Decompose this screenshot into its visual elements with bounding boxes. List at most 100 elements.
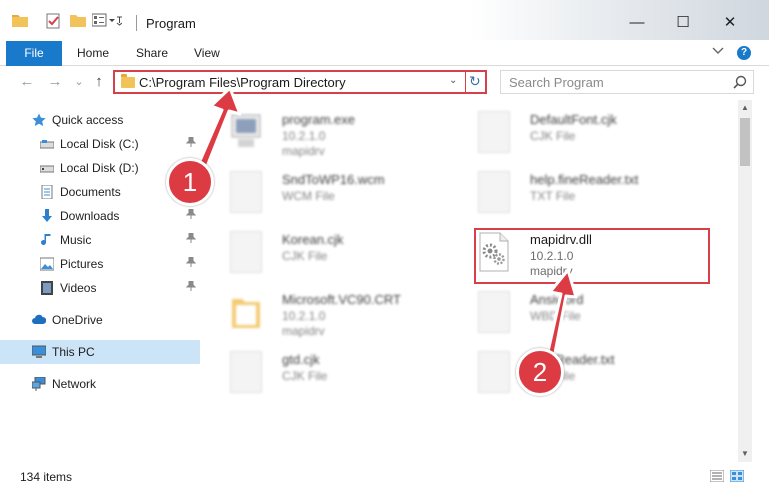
list-item[interactable]: Ansiword WBD File [468,286,718,344]
file-type: CJK File [282,369,328,383]
list-item[interactable]: FineReader.txt TXT File [468,346,718,404]
ribbon-expand-button[interactable] [711,46,725,60]
title-separator [136,15,137,31]
folder-icon [12,13,28,30]
list-item[interactable]: Korean.cjk CJK File [220,226,470,284]
drive-icon [40,140,54,149]
sidebar-item-label: Network [52,377,97,391]
back-button[interactable]: ← [18,72,36,92]
sidebar-item-label: Music [60,233,92,247]
sidebar-item-music[interactable]: Music [0,228,200,252]
pin-icon [185,136,197,150]
sidebar-item-videos[interactable]: Videos [0,276,200,300]
address-dropdown-button[interactable]: ⌄ [449,75,457,86]
sidebar-item-label: Downloads [60,209,120,223]
sidebar-item-local-disk-c[interactable]: Local Disk (C:) [0,132,200,156]
star-icon [32,113,46,126]
maximize-button[interactable]: ☐ [660,8,706,38]
file-type: 10.2.1.0 [282,129,326,143]
exe-file-icon [231,114,261,147]
file-type: CJK File [530,129,576,143]
sidebar-item-network[interactable]: Network [0,372,200,396]
properties-icon[interactable] [46,13,62,32]
ribbon-bar [0,40,769,66]
file-icon [230,231,262,273]
window-title: Program [146,16,196,31]
address-bar[interactable]: C:\Program Files\Program Directory ⌄ ↻ [113,70,487,94]
file-name: Korean.cjk [282,232,344,247]
search-input[interactable]: Search Program [500,70,754,94]
scroll-up-button[interactable]: ▲ [738,100,752,116]
refresh-button[interactable]: ↻ [469,73,481,90]
sidebar-item-label: OneDrive [52,313,103,327]
list-item[interactable]: DefaultFont.cjk CJK File [468,106,718,164]
file-icon [230,171,262,213]
file-type: CJK File [282,249,328,263]
address-separator [465,72,466,92]
chevron-down-icon [712,47,724,54]
tab-view[interactable]: View [194,41,220,66]
sidebar-item-label: Pictures [60,257,104,271]
file-description: mapidrv [282,144,325,158]
folder-icon [232,299,260,328]
file-icon [478,291,510,333]
pin-icon [185,280,197,294]
file-icon [230,351,262,393]
list-item[interactable]: Microsoft.VC90.CRT 10.2.1.0 mapidrv [220,286,470,344]
forward-button[interactable]: → [46,72,64,92]
download-icon [42,209,52,222]
network-icon [32,377,46,391]
list-item[interactable]: program.exe 10.2.1.0 mapidrv [220,106,470,164]
file-icon [478,351,510,393]
details-view-icon[interactable] [710,470,724,482]
up-button[interactable]: ↑ [90,72,108,92]
pin-icon [185,256,197,270]
search-icon[interactable] [733,75,747,89]
music-icon [41,234,51,245]
list-item[interactable]: help.fineReader.txt TXT File [468,166,718,224]
file-name: gtd.cjk [282,352,320,367]
sidebar-item-quick-access[interactable]: Quick access [0,108,200,132]
step-1-badge: 1 [166,158,214,206]
search-placeholder: Search Program [509,75,604,90]
tab-home[interactable]: Home [77,41,109,66]
videos-icon [41,281,53,295]
folder-icon [121,74,135,88]
large-icons-view-icon[interactable] [730,470,744,482]
file-icon [478,171,510,213]
status-bar: 134 items [0,462,769,500]
list-item[interactable]: SndToWP16.wcm WCM File [220,166,470,224]
help-button[interactable]: ? [737,46,751,60]
minimize-button[interactable]: — [614,8,660,38]
sidebar-item-label: Quick access [52,113,124,127]
sidebar-item-label: Videos [60,281,97,295]
recent-locations-button[interactable]: ⌄ [70,72,88,92]
customize-toolbar-icon[interactable] [91,13,123,30]
step-2-badge: 2 [516,348,564,396]
list-item[interactable]: gtd.cjk CJK File [220,346,470,404]
drive-icon [40,165,54,173]
file-name: Ansiword [530,292,584,307]
sidebar-item-label: This PC [52,345,95,359]
file-type: 10.2.1.0 [282,309,326,323]
file-name: program.exe [282,112,355,127]
scroll-thumb[interactable] [740,118,750,166]
close-button[interactable]: ✕ [707,8,753,38]
tab-share[interactable]: Share [136,41,168,66]
scroll-down-button[interactable]: ▼ [738,446,752,462]
file-type: WBD File [530,309,581,323]
vertical-scrollbar[interactable]: ▲ ▼ [738,100,752,462]
sidebar-item-downloads[interactable]: Downloads [0,204,200,228]
cloud-icon [32,314,46,324]
file-icon [478,111,510,153]
sidebar-item-label: Local Disk (C:) [60,137,139,151]
new-folder-icon[interactable] [70,13,86,30]
tab-file[interactable]: File [6,41,62,66]
sidebar-item-this-pc[interactable]: This PC [0,340,200,364]
sidebar-item-onedrive[interactable]: OneDrive [0,308,200,332]
file-type: TXT File [530,189,576,203]
sidebar-item-pictures[interactable]: Pictures [0,252,200,276]
documents-icon [41,185,53,199]
address-path[interactable]: C:\Program Files\Program Directory [139,75,346,90]
file-name: SndToWP16.wcm [282,172,385,187]
